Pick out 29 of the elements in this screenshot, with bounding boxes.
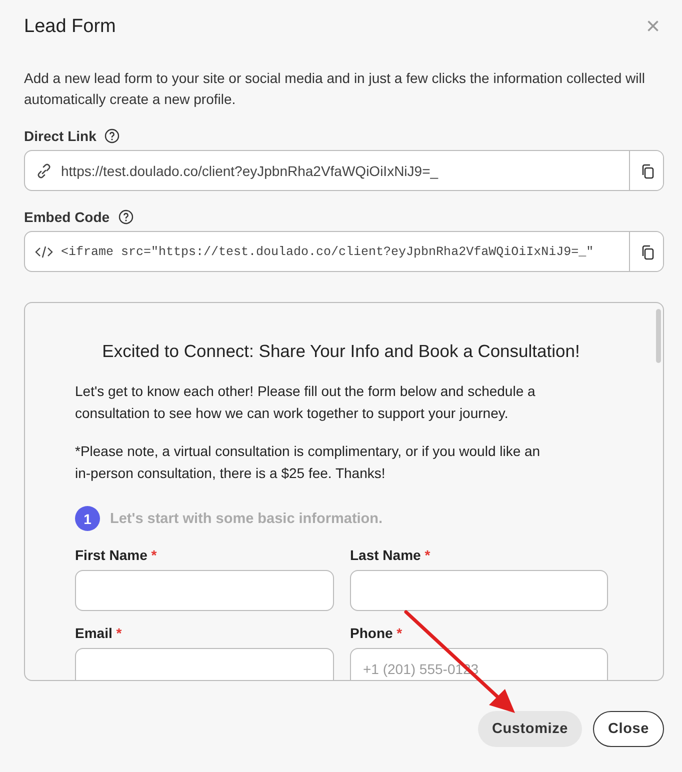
help-icon[interactable] — [104, 128, 120, 144]
form-field-label: First Name * — [75, 547, 158, 563]
input-field[interactable] — [75, 570, 334, 611]
input-field[interactable] — [350, 570, 608, 611]
link-icon — [35, 162, 53, 178]
code-icon — [35, 244, 53, 260]
dialog-description: Add a new lead form to your site or social media and in just a few clicks the information collected will automatically create a new profile. — [24, 69, 646, 109]
scrollbar-thumb[interactable] — [656, 309, 661, 363]
step-number: 1 — [75, 506, 100, 531]
direct-link-field[interactable]: https://test.doulado.co/client?eyJpbnRha2VfaWQiOiIxNiJ9=_ — [24, 150, 664, 191]
close-button[interactable]: Close — [593, 711, 664, 747]
embed-code-field[interactable]: <iframe src="https://test.doulado.co/client?eyJpbnRha2VfaWQiOiIxNiJ9=_" — [24, 231, 664, 272]
form-field-label: Phone * — [350, 625, 404, 641]
copy-button[interactable] — [629, 151, 663, 190]
help-icon[interactable] — [118, 209, 134, 225]
field-value: <iframe src="https://test.doulado.co/client?eyJpbnRha2VfaWQiOiIxNiJ9=_" — [61, 244, 594, 258]
field-value: https://test.doulado.co/client?eyJpbnRha2VfaWQiOiIxNiJ9=_ — [61, 162, 438, 178]
dialog-title: Lead Form — [24, 16, 116, 38]
form-field-label: Email * — [75, 625, 123, 641]
form-heading: Excited to Connect: Share Your Info and Book a Consultation! — [101, 341, 581, 362]
field-label: Embed Code — [24, 209, 110, 225]
form-paragraph: Let's get to know each other! Please fill out the form below and schedule a consultation to see how we can work together to support your journey. — [75, 382, 536, 423]
form-paragraph: *Please note, a virtual consultation is complimentary, or if you would like an in-person consultation, there is a $25 fee. Thanks! — [75, 442, 542, 483]
field-label: Direct Link — [24, 128, 96, 144]
form-field-label: Last Name * — [350, 547, 432, 563]
copy-button[interactable] — [629, 232, 663, 271]
step-title: Let's start with some basic information. — [110, 510, 383, 526]
input-field[interactable] — [75, 648, 334, 680]
customize-button[interactable]: Customize — [478, 711, 582, 747]
